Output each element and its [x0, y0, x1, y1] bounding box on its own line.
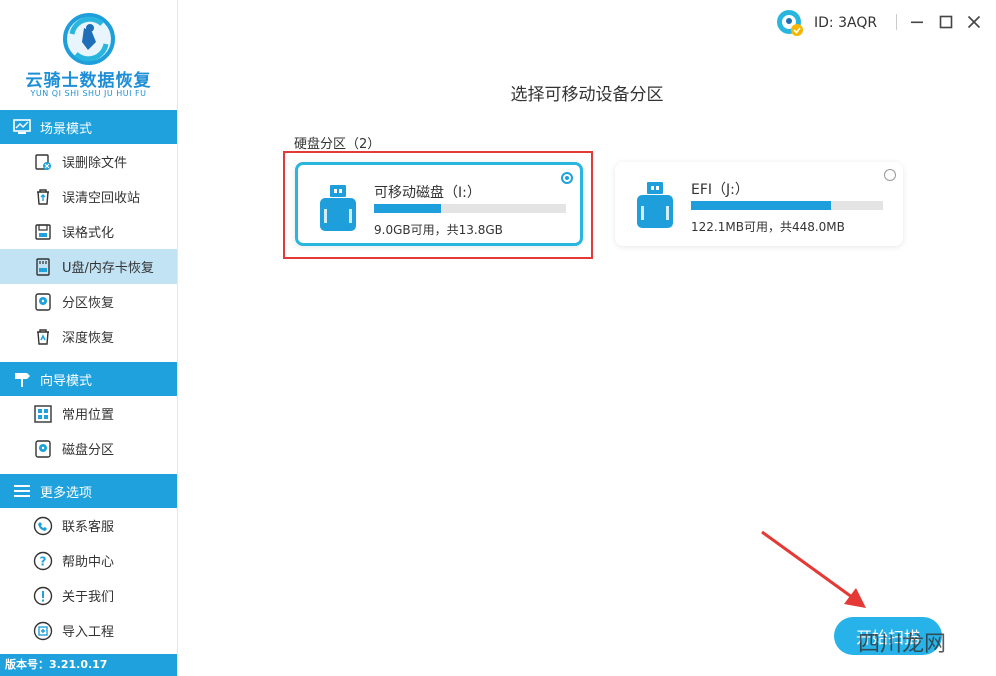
- sidebar-item-label: U盘/内存卡恢复: [62, 261, 154, 276]
- close-button[interactable]: [964, 12, 984, 32]
- sidebar-item-common-locations[interactable]: 常用位置: [0, 396, 177, 431]
- sidebar-item-label: 误格式化: [62, 226, 115, 241]
- toolbar-divider: [896, 14, 897, 30]
- sidebar-item-usb-card[interactable]: U盘/内存卡恢复: [0, 249, 177, 284]
- section-guide-mode: 向导模式: [0, 362, 177, 396]
- deleted-file-icon: [33, 152, 53, 172]
- section-title: 向导模式: [40, 373, 93, 389]
- usb-card-icon: [33, 257, 53, 277]
- sidebar-item-label: 磁盘分区: [62, 443, 115, 458]
- maximize-icon: [939, 15, 953, 29]
- menu-icon: [12, 481, 32, 501]
- section-title: 场景模式: [40, 121, 93, 137]
- usage-bar-fill: [691, 201, 832, 210]
- minimize-icon: [911, 21, 923, 24]
- logo-text-en: YUN QI SHI SHU JU HUI FU: [30, 89, 147, 98]
- sidebar-item-label: 导入工程: [62, 625, 115, 640]
- sidebar-item-format[interactable]: 误格式化: [0, 214, 177, 249]
- sidebar-item-label: 联系客服: [62, 520, 115, 535]
- recycle-bin-icon: [33, 187, 53, 207]
- close-icon: [967, 15, 981, 29]
- sidebar-item-recycle-bin[interactable]: 误清空回收站: [0, 179, 177, 214]
- sidebar-item-label: 关于我们: [62, 590, 115, 605]
- partition-card-efi[interactable]: EFI（J:） 122.1MB可用，共448.0MB: [615, 162, 903, 246]
- usb-drive-icon: [320, 185, 356, 231]
- deep-recovery-icon: [33, 327, 53, 347]
- partition-name: 可移动磁盘（I:）: [374, 185, 481, 201]
- sidebar-item-disk-partition[interactable]: 磁盘分区: [0, 431, 177, 466]
- monitor-icon: [12, 117, 32, 137]
- format-icon: [33, 222, 53, 242]
- sidebar-item-deleted-files[interactable]: 误删除文件: [0, 144, 177, 179]
- sidebar-item-label: 常用位置: [62, 408, 115, 423]
- section-scene-mode: 场景模式: [0, 110, 177, 144]
- partition-capacity: 122.1MB可用，共448.0MB: [691, 220, 845, 234]
- disk-partition-icon: [33, 439, 53, 459]
- partition-count-label: 硬盘分区（2）: [294, 137, 381, 152]
- sidebar-item-label: 误删除文件: [62, 156, 128, 171]
- import-icon: [33, 621, 53, 641]
- sidebar-item-import-project[interactable]: 导入工程: [0, 613, 177, 648]
- usage-bar-fill: [374, 204, 442, 213]
- partition-disk-icon: [33, 292, 53, 312]
- minimize-button[interactable]: [907, 12, 927, 32]
- partition-name: EFI（J:）: [691, 182, 749, 198]
- sidebar-item-contact-support[interactable]: 联系客服: [0, 508, 177, 543]
- section-title: 更多选项: [40, 485, 93, 501]
- annotation-arrow: [761, 530, 866, 608]
- sidebar-item-label: 帮助中心: [62, 555, 115, 570]
- logo-icon: [63, 13, 115, 65]
- usage-bar: [374, 204, 566, 213]
- section-more-options: 更多选项: [0, 474, 177, 508]
- partition-capacity: 9.0GB可用，共13.8GB: [374, 223, 503, 237]
- help-icon: ?: [33, 551, 53, 571]
- sidebar-item-label: 深度恢复: [62, 331, 115, 346]
- usage-bar: [691, 201, 883, 210]
- info-icon: [33, 586, 53, 606]
- app-logo: 云骑士数据恢复 YUN QI SHI SHU JU HUI FU: [0, 0, 177, 108]
- start-scan-button[interactable]: 开始扫描: [834, 617, 942, 655]
- user-info[interactable]: ID: 3AQR: [776, 9, 877, 37]
- logo-text-cn: 云骑士数据恢复: [25, 71, 152, 91]
- avatar-icon: [777, 10, 803, 36]
- maximize-button[interactable]: [936, 12, 956, 32]
- sidebar-item-deep-recovery[interactable]: 深度恢复: [0, 319, 177, 354]
- sidebar: 云骑士数据恢复 YUN QI SHI SHU JU HUI FU 场景模式 误删…: [0, 0, 178, 676]
- windows-icon: [33, 404, 53, 424]
- phone-icon: [33, 516, 53, 536]
- sidebar-item-about-us[interactable]: 关于我们: [0, 578, 177, 613]
- partition-radio-selected[interactable]: [561, 172, 573, 184]
- sidebar-item-label: 误清空回收站: [62, 191, 141, 206]
- user-id: ID: 3AQR: [814, 15, 878, 31]
- version-label: 版本号：3.21.0.17: [0, 654, 177, 676]
- usb-drive-icon: [637, 182, 673, 228]
- sidebar-item-help-center[interactable]: ? 帮助中心: [0, 543, 177, 578]
- page-title: 选择可移动设备分区: [510, 85, 664, 105]
- partition-radio-unselected[interactable]: [884, 169, 896, 181]
- signpost-icon: [12, 369, 32, 389]
- sidebar-item-partition-recovery[interactable]: 分区恢复: [0, 284, 177, 319]
- sidebar-item-label: 分区恢复: [62, 296, 115, 311]
- svg-text:?: ?: [40, 554, 47, 568]
- partition-card-removable-disk[interactable]: 可移动磁盘（I:） 9.0GB可用，共13.8GB: [295, 162, 583, 246]
